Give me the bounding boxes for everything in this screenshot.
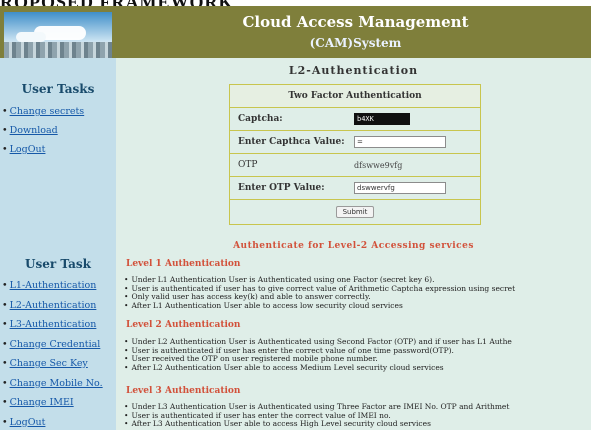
sidebar-group1-title: User Tasks bbox=[0, 82, 116, 96]
captcha-label: Captcha: bbox=[230, 114, 354, 124]
list-item: •After L1 Authentication User able to ac… bbox=[124, 302, 591, 311]
sidebar-link[interactable]: Change Credential bbox=[10, 339, 101, 350]
cloud-logo bbox=[4, 12, 112, 58]
app-header: Cloud Access Management (CAM)System bbox=[0, 6, 591, 58]
otp-input-row: Enter OTP Value: bbox=[230, 177, 480, 200]
sidebar-item-logout[interactable]: •LogOut bbox=[2, 140, 116, 159]
list-item: •After L2 Authentication User able to ac… bbox=[124, 364, 591, 373]
sidebar-item-change-credential[interactable]: •Change Credential bbox=[2, 335, 116, 355]
sidebar-link[interactable]: LogOut bbox=[10, 417, 46, 428]
submit-row: Submit bbox=[230, 200, 480, 224]
sidebar-link[interactable]: Download bbox=[10, 125, 58, 136]
sidebar-item-l3-authentication[interactable]: •L3-Authentication bbox=[2, 315, 116, 335]
captcha-input[interactable] bbox=[354, 136, 446, 148]
sidebar-link[interactable]: L1-Authentication bbox=[10, 280, 97, 291]
otp-row: OTP dfswwe9vfg bbox=[230, 154, 480, 177]
sidebar-link[interactable]: Change Sec Key bbox=[10, 358, 88, 369]
level-1-heading: Level 1 Authentication bbox=[126, 259, 240, 269]
submit-button[interactable]: Submit bbox=[336, 206, 375, 218]
level-2-description: •Under L2 Authentication User is Authent… bbox=[124, 338, 591, 373]
captcha-input-label: Enter Capthca Value: bbox=[230, 137, 354, 147]
sidebar-item-change-imei[interactable]: •Change IMEI bbox=[2, 393, 116, 413]
sidebar-item-change-secrets[interactable]: •Change secrets bbox=[2, 102, 116, 121]
sidebar: User Tasks •Change secrets •Download •Lo… bbox=[0, 58, 116, 430]
sidebar-link[interactable]: LogOut bbox=[10, 144, 46, 155]
two-factor-form: Two Factor Authentication Captcha: b4XK … bbox=[229, 84, 481, 225]
app-title-line2: (CAM)System bbox=[120, 35, 591, 52]
sidebar-link[interactable]: L3-Authentication bbox=[10, 319, 97, 330]
otp-input[interactable] bbox=[354, 182, 446, 194]
form-header: Two Factor Authentication bbox=[230, 85, 480, 108]
sidebar-link[interactable]: L2-Authentication bbox=[10, 300, 97, 311]
sidebar-item-change-sec-key[interactable]: •Change Sec Key bbox=[2, 354, 116, 374]
sidebar-item-change-mobile[interactable]: •Change Mobile No. bbox=[2, 374, 116, 394]
sidebar-link[interactable]: Change IMEI bbox=[10, 397, 74, 408]
sidebar-group2-list: •L1-Authentication •L2-Authentication •L… bbox=[2, 276, 116, 432]
sidebar-link[interactable]: Change Mobile No. bbox=[10, 378, 103, 389]
page-title: L2-Authentication bbox=[116, 64, 591, 77]
sidebar-item-logout-2[interactable]: •LogOut bbox=[2, 413, 116, 432]
level-2-heading: Level 2 Authentication bbox=[126, 320, 240, 330]
sidebar-item-l2-authentication[interactable]: •L2-Authentication bbox=[2, 296, 116, 316]
otp-input-label: Enter OTP Value: bbox=[230, 183, 354, 193]
main-content: L2-Authentication Two Factor Authenticat… bbox=[116, 58, 591, 430]
app-title-line1: Cloud Access Management bbox=[242, 13, 468, 31]
level-1-description: •Under L1 Authentication User is Authent… bbox=[124, 276, 591, 311]
list-item: •After L3 Authentication User able to ac… bbox=[124, 420, 591, 429]
form-title: Two Factor Authentication bbox=[288, 91, 421, 101]
otp-label: OTP bbox=[230, 160, 354, 170]
level-3-description: •Under L3 Authentication User is Authent… bbox=[124, 403, 591, 429]
level-3-heading: Level 3 Authentication bbox=[126, 386, 240, 396]
captcha-input-row: Enter Capthca Value: bbox=[230, 131, 480, 154]
otp-value: dfswwe9vfg bbox=[354, 161, 480, 170]
levels-title: Authenticate for Level-2 Accessing servi… bbox=[116, 241, 591, 251]
sidebar-group2-title: User Task bbox=[0, 257, 116, 271]
sidebar-group1-list: •Change secrets •Download •LogOut bbox=[2, 102, 116, 159]
sidebar-link[interactable]: Change secrets bbox=[10, 106, 85, 117]
captcha-image: b4XK bbox=[354, 113, 410, 125]
app-title: Cloud Access Management (CAM)System bbox=[120, 14, 591, 52]
sidebar-item-download[interactable]: •Download bbox=[2, 121, 116, 140]
captcha-row: Captcha: b4XK bbox=[230, 108, 480, 131]
sidebar-item-l1-authentication[interactable]: •L1-Authentication bbox=[2, 276, 116, 296]
